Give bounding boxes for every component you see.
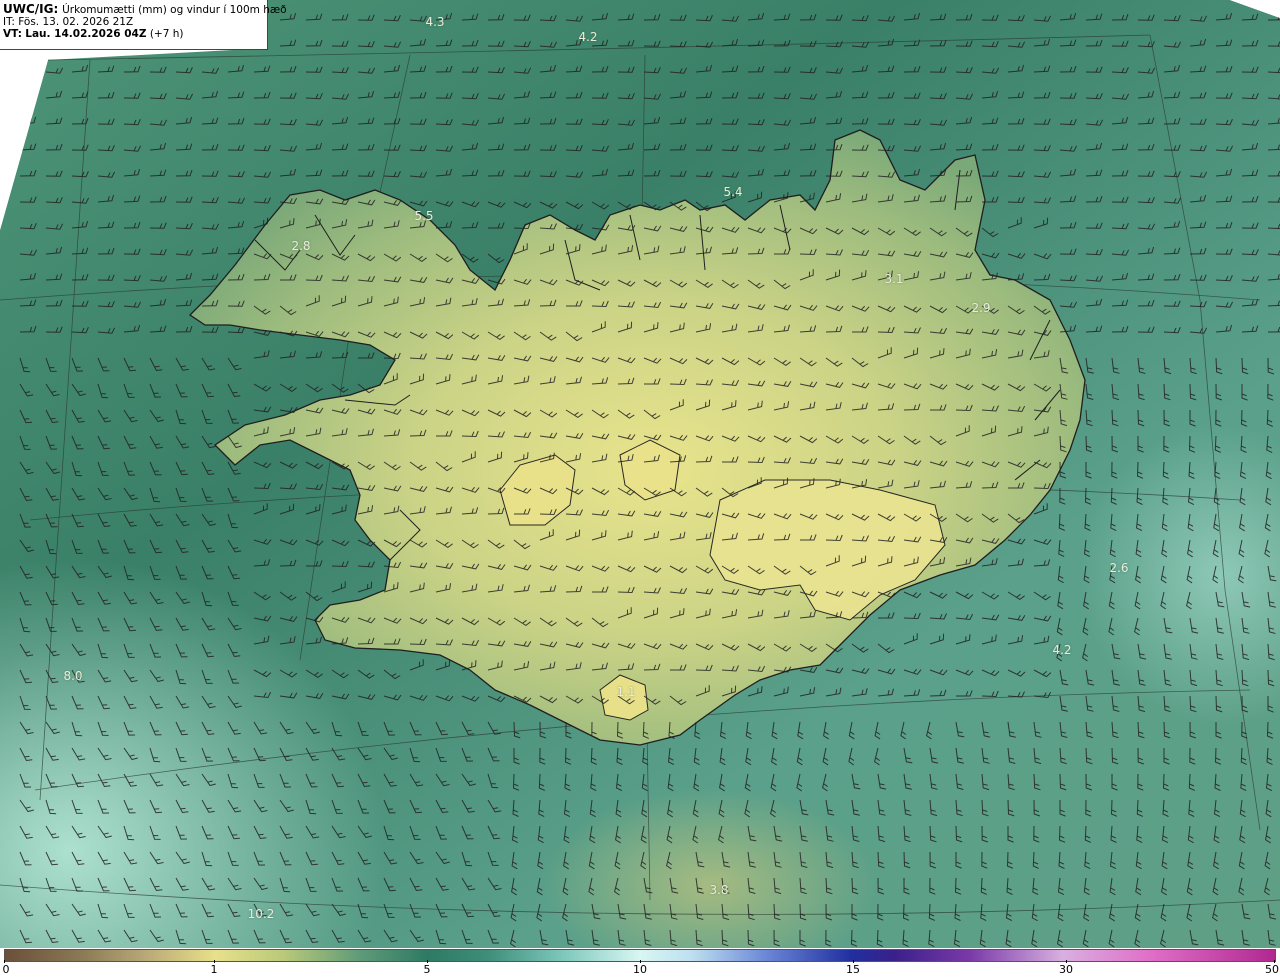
colorbar-tick-label: 0	[2, 963, 10, 976]
value-label: 2.6	[1109, 561, 1129, 575]
colorbar-tick-label: 15	[846, 963, 860, 976]
value-label: 5.4	[723, 185, 743, 199]
value-label: 5.5	[414, 209, 434, 223]
value-label: 4.2	[578, 30, 598, 44]
colorbar-tick-label: 1	[210, 963, 218, 976]
value-label: 4.3	[425, 15, 445, 29]
value-label: 10.2	[247, 907, 275, 921]
map-header: UWC/IG: Úrkomumætti (mm) og vindur í 100…	[0, 0, 287, 50]
product-code: UWC/IG:	[3, 2, 59, 16]
value-label: 2.9	[971, 301, 991, 315]
product-description: Úrkomumætti (mm) og vindur í 100m hæð	[62, 4, 287, 16]
precipitable-water-map	[0, 0, 1280, 948]
lead-time: (+7 h)	[149, 27, 184, 40]
valid-time: Lau. 14.02.2026 04Z	[25, 27, 147, 40]
valid-time-line: VT: Lau. 14.02.2026 04Z (+7 h)	[3, 27, 263, 41]
value-label: 2.8	[291, 239, 311, 253]
colorbar-tick-label: 50	[1265, 963, 1279, 976]
value-label: 3.8	[709, 883, 729, 897]
colorbar-tick-label: 5	[423, 963, 431, 976]
header-title: UWC/IG: Úrkomumætti (mm) og vindur í 100…	[3, 2, 287, 17]
value-label: 1.1	[616, 685, 636, 699]
map-area[interactable]	[0, 0, 1280, 948]
valid-prefix: VT:	[3, 27, 22, 40]
colorbar-tick-label: 10	[633, 963, 647, 976]
value-label: 3.1	[884, 272, 904, 286]
value-label: 8.0	[63, 669, 83, 683]
value-label: 4.2	[1052, 643, 1072, 657]
colorbar-tick-label: 30	[1059, 963, 1073, 976]
